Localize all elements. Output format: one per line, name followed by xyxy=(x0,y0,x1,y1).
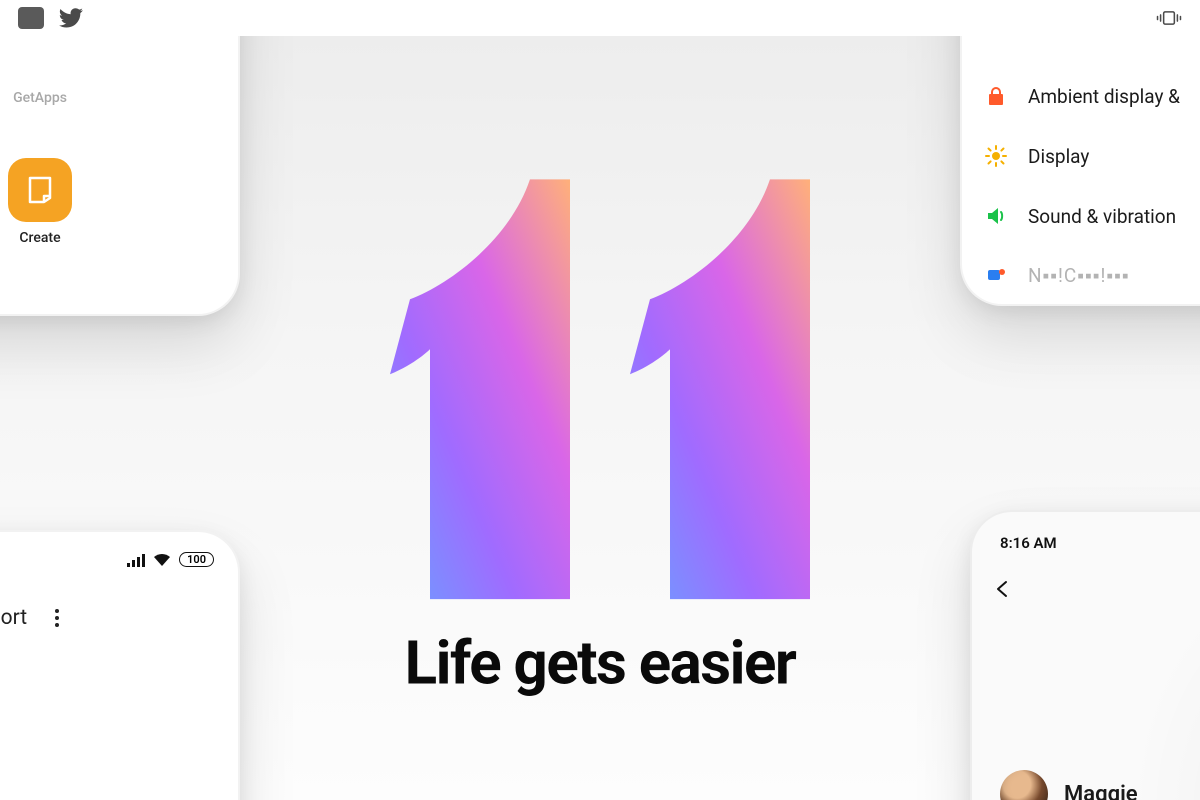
contact-name: Maggie xyxy=(1064,782,1138,800)
app-label: GetApps xyxy=(13,90,67,106)
topbar-chip[interactable] xyxy=(18,7,44,29)
phone-bottom-right: 8:16 AM Maggie xyxy=(970,510,1200,800)
hero-center: Life gets easier xyxy=(360,179,840,698)
phone-top-right: Ambient display & Display Sound & vibrat… xyxy=(960,36,1200,306)
hero: Life gets easier Gallery GetApps xyxy=(0,36,1200,800)
settings-label: Ambient display & xyxy=(1028,85,1180,108)
app-create[interactable]: Create xyxy=(0,158,84,246)
phone-top-left: Gallery GetApps IR remote xyxy=(0,36,240,316)
app-label: Create xyxy=(19,230,60,246)
app-getapps[interactable]: GetApps xyxy=(0,90,84,106)
phone-bottom-left: 100 Conver… Mort xyxy=(0,530,240,800)
tagline: Life gets easier xyxy=(405,627,796,698)
lock-icon xyxy=(984,84,1008,108)
speaker-icon xyxy=(984,204,1008,228)
logo-11-icon xyxy=(360,179,840,599)
battery-indicator: 100 xyxy=(179,552,214,567)
wifi-icon xyxy=(153,553,171,567)
back-button[interactable] xyxy=(994,580,1012,598)
tab-mort[interactable]: Mort xyxy=(0,606,27,630)
topbar xyxy=(0,0,1200,36)
create-icon xyxy=(8,158,72,222)
settings-row-notifications[interactable]: N▪▪!C▪▪▪!▪▪▪ xyxy=(960,246,1200,288)
status-time: 8:16 AM xyxy=(1000,534,1057,552)
settings-row-ambient[interactable]: Ambient display & xyxy=(960,66,1200,126)
settings-row-sound[interactable]: Sound & vibration xyxy=(960,186,1200,246)
settings-label: Sound & vibration xyxy=(1028,205,1176,228)
settings-row-display[interactable]: Display xyxy=(960,126,1200,186)
settings-label: Display xyxy=(1028,145,1089,168)
signal-icon xyxy=(127,553,145,567)
chat-contact-row[interactable]: Maggie xyxy=(1000,770,1138,800)
statusbar: 100 xyxy=(127,552,214,567)
bell-icon xyxy=(984,264,1008,288)
sun-icon xyxy=(984,144,1008,168)
more-icon[interactable] xyxy=(55,609,59,627)
twitter-icon[interactable] xyxy=(58,5,84,31)
avatar xyxy=(1000,770,1048,800)
tabs: Conver… Mort xyxy=(0,606,59,630)
settings-list: Ambient display & Display Sound & vibrat… xyxy=(960,66,1200,288)
settings-label: N▪▪!C▪▪▪!▪▪▪ xyxy=(1028,264,1130,288)
vibrate-icon[interactable] xyxy=(1156,9,1182,27)
